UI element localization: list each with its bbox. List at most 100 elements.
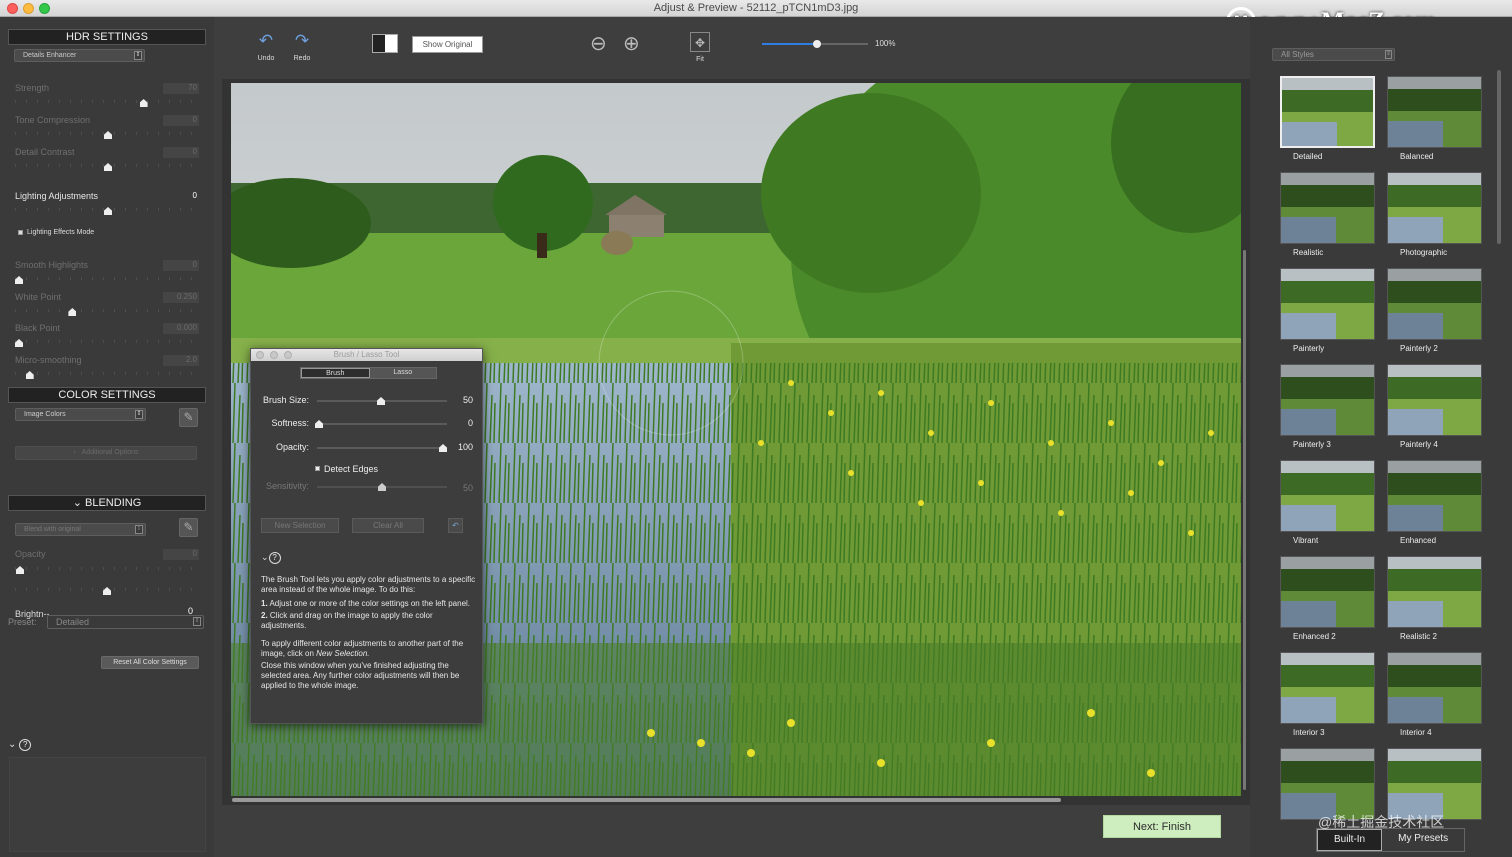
- updown-arrow-icon: ⇕: [135, 410, 143, 419]
- zoom-out-icon[interactable]: ⊖: [590, 31, 607, 56]
- blending-heading: ⌄ BLENDING: [8, 495, 206, 511]
- detect-edges-checkbox[interactable]: [315, 466, 320, 471]
- style-thumbnail[interactable]: Painterly 2: [1387, 268, 1483, 360]
- tab-lasso[interactable]: Lasso: [370, 368, 437, 378]
- dialog-close-button[interactable]: [256, 351, 264, 359]
- style-thumbnail[interactable]: Interior 4: [1387, 652, 1483, 744]
- hdr-slider-value[interactable]: 0: [163, 115, 199, 126]
- hdr-slider[interactable]: Smooth Highlights 0: [15, 260, 199, 284]
- tab-built-in[interactable]: Built-In: [1317, 829, 1383, 851]
- style-thumbnail[interactable]: Enhanced 2: [1280, 556, 1376, 648]
- tick-marks: [15, 277, 199, 280]
- style-thumbnail[interactable]: Realistic 2: [1387, 556, 1483, 648]
- dialog-undo-button[interactable]: ↶: [448, 518, 463, 533]
- updown-arrow-icon: ⇕: [193, 617, 201, 626]
- style-filter-select[interactable]: All Styles ⇕: [1272, 48, 1395, 61]
- style-label: Painterly 2: [1400, 344, 1438, 353]
- brush-lasso-dialog: Brush / Lasso Tool Brush Lasso Brush Siz…: [250, 348, 483, 724]
- slider-thumb[interactable]: [315, 420, 323, 428]
- brush-size-value: 50: [462, 395, 473, 405]
- new-selection-button[interactable]: New Selection: [261, 518, 339, 533]
- help-toggle[interactable]: ⌄ ?: [8, 739, 32, 751]
- brush-size-label: Brush Size:: [262, 395, 309, 405]
- dialog-help-toggle[interactable]: ⌄?: [261, 552, 281, 564]
- hdr-slider-value[interactable]: 2.0: [163, 355, 199, 366]
- color-mode-select[interactable]: Image Colors ⇕: [15, 408, 146, 421]
- hdr-slider[interactable]: Lighting Adjustments 0: [15, 191, 199, 215]
- chevron-down-icon: ⌄: [72, 497, 82, 509]
- hdr-slider[interactable]: Detail Contrast 0: [15, 147, 199, 171]
- chevron-right-icon: ›: [73, 449, 76, 456]
- zoom-slider[interactable]: [762, 40, 868, 48]
- style-thumbnail[interactable]: Photographic: [1387, 172, 1483, 264]
- zoom-in-icon[interactable]: ⊕: [623, 31, 640, 56]
- reset-color-settings-button[interactable]: Reset All Color Settings: [101, 656, 199, 669]
- fit-button[interactable]: ✥ Fit: [690, 32, 710, 63]
- blend-opacity-value[interactable]: 0: [163, 549, 199, 560]
- tab-brush[interactable]: Brush: [301, 368, 370, 378]
- style-thumbnail[interactable]: Detailed: [1280, 76, 1376, 168]
- help-paragraph-3: Close this window when you've finished a…: [261, 661, 460, 690]
- tick-marks: [15, 372, 199, 375]
- slider-thumb[interactable]: [439, 444, 447, 452]
- style-thumbnail[interactable]: Balanced: [1387, 76, 1483, 168]
- hdr-slider-value[interactable]: 0: [163, 147, 199, 158]
- style-preview-image: [1280, 652, 1375, 724]
- style-label: Painterly: [1293, 344, 1325, 353]
- tick-marks: [15, 567, 199, 570]
- hdr-slider-value[interactable]: 70: [163, 83, 199, 94]
- hdr-slider-value[interactable]: 0.250: [163, 292, 199, 303]
- hdr-preset-select[interactable]: Details Enhancer ⇕: [14, 49, 145, 62]
- clear-all-button[interactable]: Clear All: [352, 518, 424, 533]
- split-compare-icon[interactable]: [372, 34, 398, 53]
- slider-thumb[interactable]: [378, 483, 386, 491]
- hdr-slider[interactable]: Micro-smoothing 2.0: [15, 355, 199, 379]
- undo-button[interactable]: ↶ Undo: [256, 31, 276, 62]
- style-label: Enhanced: [1400, 536, 1437, 545]
- softness-value: 0: [467, 418, 473, 428]
- style-label: Painterly 3: [1293, 440, 1331, 449]
- dialog-zoom-button[interactable]: [284, 351, 292, 359]
- style-thumbnail[interactable]: Realistic: [1280, 172, 1376, 264]
- blend-opacity-slider[interactable]: Opacity 0: [15, 549, 199, 574]
- style-thumbnail[interactable]: Vibrant: [1280, 460, 1376, 552]
- top-toolbar: ↶ Undo ↷ Redo Show Original ⊖ ⊕ ✥ Fit 10…: [214, 17, 1250, 79]
- redo-button[interactable]: ↷ Redo: [292, 31, 312, 62]
- question-icon: ?: [19, 739, 32, 751]
- hdr-slider[interactable]: Black Point 0.000: [15, 323, 199, 347]
- hdr-slider-value[interactable]: 0: [163, 260, 199, 271]
- preset-select[interactable]: Detailed ⇕: [47, 615, 204, 629]
- vertical-scrollbar[interactable]: [1243, 250, 1246, 790]
- tab-my-presets[interactable]: My Presets: [1382, 829, 1464, 851]
- blend-brush-button[interactable]: ✎: [179, 518, 198, 537]
- style-preview-image: [1387, 268, 1482, 340]
- color-brush-button[interactable]: ✎: [179, 408, 198, 427]
- hdr-slider[interactable]: Strength 70: [15, 83, 199, 107]
- show-original-button[interactable]: Show Original: [412, 36, 483, 53]
- blend-mode-select[interactable]: Blend with original ⇕: [15, 523, 146, 536]
- style-thumbnail[interactable]: Painterly 3: [1280, 364, 1376, 456]
- styles-panel: All Styles ⇕ Detailed Balanced Realistic Ph…: [1250, 17, 1512, 857]
- style-thumbnail[interactable]: Painterly: [1280, 268, 1376, 360]
- next-finish-button[interactable]: Next: Finish: [1103, 815, 1221, 838]
- additional-options-button[interactable]: › Additional Options: [15, 446, 197, 460]
- style-thumbnail[interactable]: Enhanced: [1387, 460, 1483, 552]
- styles-scrollbar[interactable]: [1497, 70, 1501, 244]
- brush-icon: ✎: [183, 520, 194, 534]
- hdr-settings-heading: HDR SETTINGS: [8, 29, 206, 45]
- style-thumbnail[interactable]: Painterly 4: [1387, 364, 1483, 456]
- lighting-effects-checkbox[interactable]: [18, 230, 23, 235]
- hdr-slider-value[interactable]: 0.000: [163, 323, 199, 334]
- style-thumbnail[interactable]: Interior 3: [1280, 652, 1376, 744]
- hdr-slider[interactable]: Tone Compression 0: [15, 115, 199, 139]
- slider-track: [317, 447, 447, 449]
- updown-arrow-icon: ⇕: [135, 525, 143, 534]
- hdr-slider-value[interactable]: 0: [163, 191, 199, 202]
- style-label: Enhanced 2: [1293, 632, 1336, 641]
- dialog-minimize-button[interactable]: [270, 351, 278, 359]
- horizontal-scrollbar[interactable]: [232, 798, 1061, 802]
- updown-arrow-icon: ⇕: [134, 51, 142, 60]
- slider-thumb[interactable]: [377, 397, 385, 405]
- zoom-slider-thumb[interactable]: [813, 40, 822, 48]
- hdr-slider[interactable]: White Point 0.250: [15, 292, 199, 316]
